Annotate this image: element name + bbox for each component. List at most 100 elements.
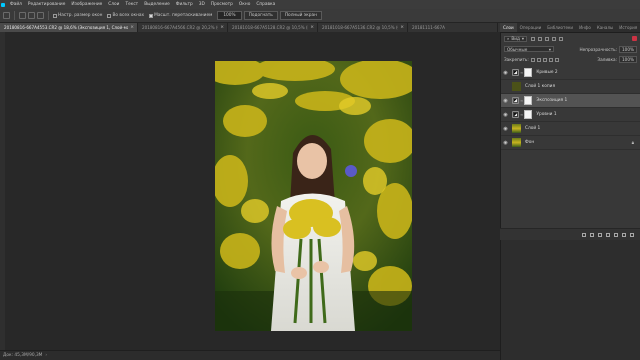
resize-windows-checkbox[interactable]: Настр. размер окон xyxy=(53,13,102,18)
close-icon[interactable]: × xyxy=(130,25,134,30)
eye-icon[interactable]: ◉ xyxy=(501,98,510,104)
trash-icon[interactable] xyxy=(630,232,634,237)
doc-tab-label: 20181018-667A5136.CR2 @ 10,5% (Слой 1 ко… xyxy=(322,25,398,30)
lock-image-icon[interactable] xyxy=(536,57,541,62)
menu-3d[interactable]: 3D xyxy=(196,2,208,7)
fit-screen-button[interactable]: Подогнать xyxy=(243,11,278,20)
lock-icon[interactable]: 🔒︎ xyxy=(632,140,634,146)
close-icon[interactable]: × xyxy=(220,25,224,30)
chevron-right-icon[interactable]: › xyxy=(45,353,47,358)
chain-icon[interactable]: ∞ xyxy=(520,112,523,117)
chain-icon[interactable]: ∞ xyxy=(520,70,523,75)
chevron-down-icon: ▾ xyxy=(521,36,524,41)
new-layer-icon[interactable] xyxy=(622,232,626,237)
layer-row-selected[interactable]: ◉ ∞ Экспозиция 1 xyxy=(501,94,640,108)
menu-filter[interactable]: Фильтр xyxy=(173,2,196,7)
menu-edit[interactable]: Редактирование xyxy=(25,2,69,7)
resize-windows-label: Настр. размер окон xyxy=(58,13,103,18)
menu-image[interactable]: Изображение xyxy=(68,2,105,7)
layer-name: Слой 1 xyxy=(525,126,541,131)
tab-channels[interactable]: Каналы xyxy=(594,23,616,32)
doc-tab-label: 20181018-667A5128.CR2 @ 10,5% (Цветовой … xyxy=(232,25,308,30)
menu-select[interactable]: Выделение xyxy=(141,2,173,7)
layer-thumbnail xyxy=(512,124,521,133)
new-group-icon[interactable] xyxy=(614,232,618,237)
doc-tab-active[interactable]: 20180816-667A4553.CR2 @ 18,6% (Экспозици… xyxy=(0,23,138,32)
filter-toggle-icon[interactable] xyxy=(632,36,637,41)
eye-icon[interactable]: ◉ xyxy=(501,112,510,118)
panel-dock-empty xyxy=(500,240,640,360)
fill-screen-button[interactable]: Полный экран xyxy=(279,11,322,20)
menu-file[interactable]: Файл xyxy=(7,2,25,7)
zoom-in-icon[interactable] xyxy=(28,12,35,19)
menu-window[interactable]: Окно xyxy=(236,2,253,7)
doc-tab[interactable]: 20181018-667A5128.CR2 @ 10,5% (Цветовой … xyxy=(228,23,318,32)
home-icon[interactable] xyxy=(3,12,10,19)
layer-row[interactable]: ◉ Слой 1 xyxy=(501,122,640,136)
layer-filter-select[interactable]: ⌕ Вид ▾ xyxy=(504,35,527,42)
layer-name: Фон xyxy=(525,140,535,145)
panel-tabs: Слои Операции Библиотеки Инфо Каналы Ист… xyxy=(500,23,640,33)
lock-position-icon[interactable] xyxy=(542,57,547,62)
doc-tab[interactable]: 20181111-667A xyxy=(408,23,498,32)
new-adjustment-icon[interactable] xyxy=(606,232,610,237)
blend-mode-select[interactable]: Обычные ▾ xyxy=(504,46,554,52)
layer-row[interactable]: Слой 1 копия xyxy=(501,80,640,94)
fill-field[interactable]: 100% xyxy=(619,56,637,63)
close-icon[interactable]: × xyxy=(310,25,314,30)
zoom-tool-icon[interactable] xyxy=(19,12,26,19)
close-icon[interactable]: × xyxy=(400,25,404,30)
doc-tab[interactable]: 20180816-667A4566.CR2 @ 20,2% (Слой 1, R… xyxy=(138,23,228,32)
eye-icon[interactable]: ◉ xyxy=(501,70,510,76)
layers-panel: ⌕ Вид ▾ Обычные ▾ Непрозрачность: 100% З… xyxy=(500,33,640,240)
layer-name: Экспозиция 1 xyxy=(536,98,568,103)
eye-icon[interactable]: ◉ xyxy=(501,140,510,146)
tab-layers[interactable]: Слои xyxy=(500,23,517,32)
zoom-percent-field[interactable]: 100% xyxy=(217,11,242,20)
checkbox-icon xyxy=(53,13,57,18)
layer-mask-thumbnail[interactable] xyxy=(524,110,533,119)
photo-girl-with-flowers xyxy=(215,61,412,331)
fill-label: Заливка: xyxy=(597,57,618,62)
all-windows-checkbox[interactable]: Во всех окнах xyxy=(107,13,144,18)
tab-history[interactable]: История xyxy=(616,23,640,32)
chain-icon[interactable]: ∞ xyxy=(520,98,523,103)
menu-layers[interactable]: Слои xyxy=(105,2,122,7)
opacity-field[interactable]: 100% xyxy=(619,45,637,53)
layer-mask-thumbnail[interactable] xyxy=(524,68,533,77)
smart-object-filter-icon[interactable] xyxy=(558,36,563,41)
zoom-out-icon[interactable] xyxy=(37,12,44,19)
layer-row[interactable]: ◉ ∞ Уровни 1 xyxy=(501,108,640,122)
layer-thumbnail xyxy=(512,82,521,91)
menu-type[interactable]: Текст xyxy=(122,2,141,7)
adjustment-filter-icon[interactable] xyxy=(537,36,542,41)
layer-style-icon[interactable] xyxy=(590,232,594,237)
scrubby-zoom-label: Масшт. перетаскиванием xyxy=(154,13,213,18)
tab-actions[interactable]: Операции xyxy=(517,23,545,32)
tab-libraries[interactable]: Библиотеки xyxy=(544,23,576,32)
layer-row[interactable]: ◉ ∞ Кривые 2 xyxy=(501,66,640,80)
pixel-filter-icon[interactable] xyxy=(530,36,535,41)
link-layers-icon[interactable] xyxy=(582,232,586,237)
menu-help[interactable]: Справка xyxy=(253,2,278,7)
layer-name: Слой 1 копия xyxy=(525,84,556,89)
document-size-readout[interactable]: Док: 45,3M/90,3M xyxy=(3,353,42,358)
lock-all-icon[interactable] xyxy=(554,57,559,62)
layer-mask-thumbnail[interactable] xyxy=(524,96,533,105)
doc-tab[interactable]: 20181018-667A5136.CR2 @ 10,5% (Слой 1 ко… xyxy=(318,23,408,32)
scrubby-zoom-checkbox[interactable]: Масшт. перетаскиванием xyxy=(149,13,212,18)
document-image[interactable] xyxy=(215,61,412,331)
blend-mode-value: Обычные xyxy=(507,46,528,52)
tab-info[interactable]: Инфо xyxy=(576,23,594,32)
lock-transparent-icon[interactable] xyxy=(530,57,535,62)
add-mask-icon[interactable] xyxy=(598,232,602,237)
photoshop-logo-icon[interactable] xyxy=(1,2,5,7)
eye-icon[interactable]: ◉ xyxy=(501,126,510,132)
type-filter-icon[interactable] xyxy=(544,36,549,41)
menu-view[interactable]: Просмотр xyxy=(208,2,236,7)
lock-artboard-icon[interactable] xyxy=(548,57,553,62)
document-tabs: 20180816-667A4553.CR2 @ 18,6% (Экспозици… xyxy=(0,23,500,32)
layer-row[interactable]: ◉ Фон 🔒︎ xyxy=(501,136,640,150)
doc-tab-label: 20181111-667A xyxy=(412,25,445,30)
shape-filter-icon[interactable] xyxy=(551,36,556,41)
